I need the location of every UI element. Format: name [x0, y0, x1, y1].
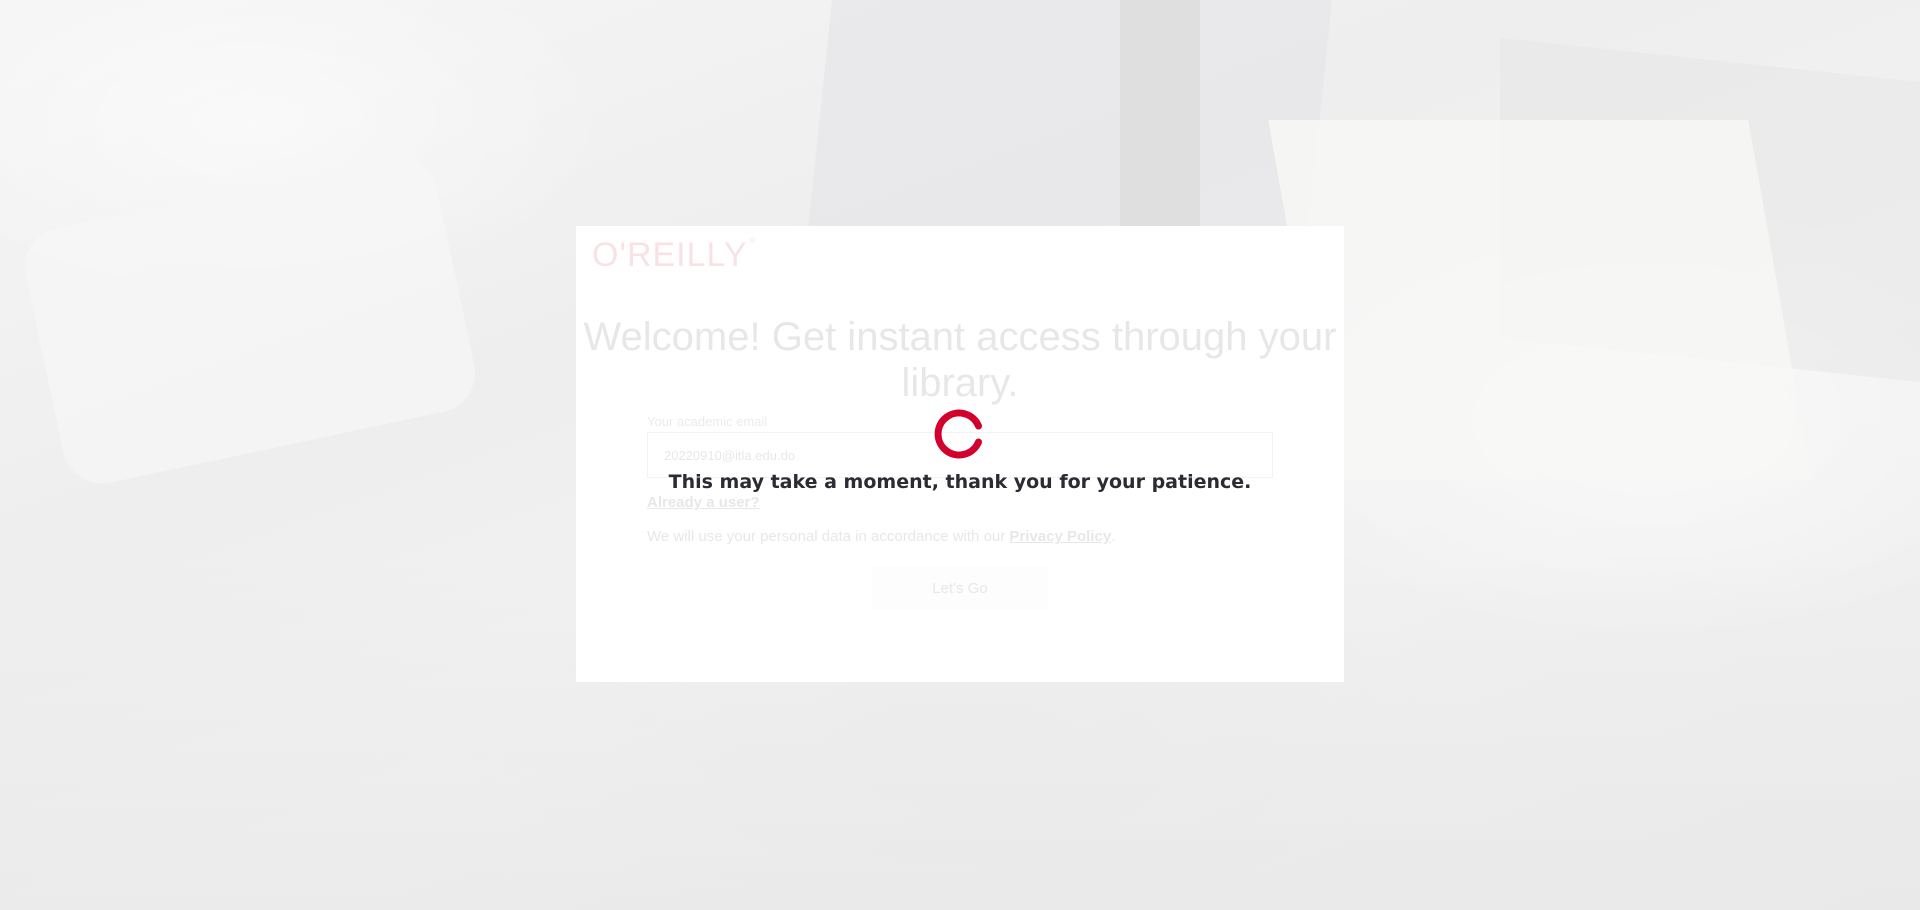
- oreilly-logo: O'REILLY ®: [592, 236, 757, 275]
- privacy-suffix: .: [1111, 528, 1116, 545]
- privacy-notice: We will use your personal data in accord…: [647, 528, 1115, 545]
- background-shape: [17, 149, 483, 491]
- background-shape: [1268, 120, 1812, 480]
- email-field[interactable]: [647, 432, 1273, 478]
- privacy-prefix: We will use your personal data in accord…: [647, 528, 1010, 545]
- email-label: Your academic email: [647, 414, 768, 429]
- privacy-policy-link[interactable]: Privacy Policy: [1009, 528, 1111, 545]
- page-title: Welcome! Get instant access through your…: [583, 315, 1337, 405]
- logo-text: O'REILLY: [592, 236, 748, 274]
- signup-card: O'REILLY ® Welcome! Get instant access th…: [576, 226, 1344, 682]
- logo-trademark: ®: [749, 236, 757, 245]
- background-shape: [807, 0, 1333, 230]
- already-user-link[interactable]: Already a user?: [647, 494, 760, 511]
- background-shape: [1120, 0, 1200, 240]
- lets-go-button[interactable]: Let's Go: [872, 566, 1048, 610]
